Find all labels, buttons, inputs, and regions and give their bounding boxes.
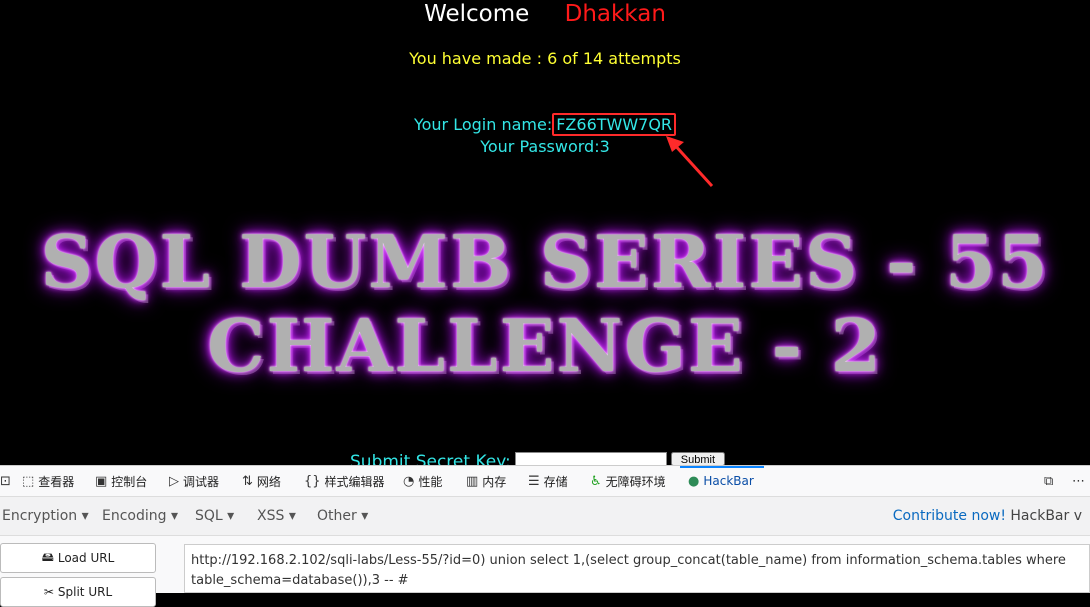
login-name-value: FZ66TWW7QR — [552, 113, 677, 136]
console-icon: ▣ — [95, 473, 108, 489]
tab-hackbar-label: HackBar — [703, 474, 754, 488]
welcome-heading: Welcome Dhakkan — [0, 0, 1090, 28]
style-editor-icon: {} — [304, 473, 321, 489]
storage-icon: ☰ — [528, 473, 540, 489]
secret-key-form: Submit Secret Key: Submit — [350, 452, 726, 465]
tab-storage[interactable]: ☰ 存储 — [528, 472, 568, 490]
more-options-icon: ⋯ — [1072, 473, 1085, 489]
tab-hackbar[interactable]: ● HackBar — [688, 472, 754, 490]
tab-inspector[interactable]: ⬚ 查看器 — [22, 472, 74, 490]
red-arrow-annotation — [666, 136, 714, 188]
tab-memory-label: 内存 — [482, 474, 507, 489]
pick-element-icon: ⊡ — [0, 473, 11, 489]
accessibility-icon: ♿ — [590, 473, 602, 489]
inspector-icon: ⬚ — [22, 473, 35, 489]
contribute-text: Contribute now! HackBar v — [893, 508, 1082, 524]
responsive-mode-button[interactable]: ⧉ — [1044, 472, 1053, 490]
tab-network[interactable]: ⇅ 网络 — [242, 472, 281, 490]
welcome-label: Welcome — [424, 1, 530, 27]
tab-accessibility-label: 无障碍环境 — [605, 474, 666, 489]
tab-debugger[interactable]: ▷ 调试器 — [169, 472, 219, 490]
attempts-counter: You have made : 6 of 14 attempts — [409, 49, 681, 68]
split-url-icon: ✂ — [43, 585, 54, 599]
devtools-toolbar: ⊡ ⬚ 查看器 ▣ 控制台 ▷ 调试器 ⇅ 网络 {} 样式编辑器 ◔ 性能 ▥… — [0, 466, 1090, 497]
password-line: Your Password:3 — [480, 137, 610, 156]
submit-button[interactable]: Submit — [670, 452, 726, 465]
devtools-panel: ⊡ ⬚ 查看器 ▣ 控制台 ▷ 调试器 ⇅ 网络 {} 样式编辑器 ◔ 性能 ▥… — [0, 465, 1090, 607]
tab-network-label: 网络 — [256, 474, 281, 489]
performance-icon: ◔ — [403, 473, 415, 489]
tab-console-label: 控制台 — [111, 474, 148, 489]
tab-inspector-label: 查看器 — [38, 474, 75, 489]
welcome-username: Dhakkan — [564, 1, 666, 27]
devtools-options-button[interactable]: ⋯ — [1072, 472, 1085, 490]
devtools-pick-element[interactable]: ⊡ — [0, 472, 11, 490]
login-name-label: Your Login name: — [413, 115, 553, 134]
url-textarea[interactable]: http://192.168.2.102/sqli-labs/Less-55/?… — [184, 544, 1090, 593]
hackbar-version-text: HackBar v — [1010, 508, 1082, 524]
tab-console[interactable]: ▣ 控制台 — [95, 472, 147, 490]
banner-title: SQL DUMB SERIES - 55 — [40, 219, 1050, 304]
banner-subtitle: CHALLENGE - 2 — [207, 303, 883, 388]
hackbar-icon: ● — [688, 473, 700, 489]
split-url-label: Split URL — [57, 585, 113, 599]
menu-xss[interactable]: XSS ▾ — [257, 508, 296, 524]
memory-icon: ▥ — [466, 473, 479, 489]
tab-storage-label: 存储 — [543, 474, 568, 489]
webpage-viewport: Welcome Dhakkan You have made : 6 of 14 … — [0, 0, 1090, 465]
tab-accessibility[interactable]: ♿ 无障碍环境 — [590, 472, 666, 490]
network-icon: ⇅ — [242, 473, 253, 489]
login-info: Your Login name: FZ66TWW7QR Your Password… — [0, 113, 1090, 157]
tab-memory[interactable]: ▥ 内存 — [466, 472, 506, 490]
hackbar-menubar: Encryption ▾ Encoding ▾ SQL ▾ XSS ▾ Othe… — [0, 497, 1090, 536]
responsive-mode-icon: ⧉ — [1044, 473, 1054, 489]
tab-debugger-label: 调试器 — [183, 474, 220, 489]
login-name-line: Your Login name: FZ66TWW7QR — [0, 113, 1090, 136]
secret-key-label: Submit Secret Key: — [350, 452, 511, 465]
load-url-label: Load URL — [57, 551, 115, 565]
active-tab-indicator — [680, 466, 764, 468]
split-url-button[interactable]: ✂ Split URL — [0, 577, 156, 607]
menu-encryption[interactable]: Encryption ▾ — [2, 508, 89, 524]
load-url-button[interactable]: 🖴 Load URL — [0, 543, 156, 573]
tab-performance[interactable]: ◔ 性能 — [403, 472, 442, 490]
tab-style-editor-label: 样式编辑器 — [324, 474, 385, 489]
menu-other[interactable]: Other ▾ — [317, 508, 368, 524]
secret-key-input[interactable] — [514, 452, 667, 465]
load-url-icon: 🖴 — [41, 549, 54, 564]
tab-style-editor[interactable]: {} 样式编辑器 — [304, 472, 385, 490]
menu-sql[interactable]: SQL ▾ — [195, 508, 234, 524]
debugger-icon: ▷ — [169, 473, 179, 489]
tab-performance-label: 性能 — [418, 474, 443, 489]
menu-encoding[interactable]: Encoding ▾ — [102, 508, 178, 524]
contribute-link[interactable]: Contribute now! — [893, 508, 1006, 524]
